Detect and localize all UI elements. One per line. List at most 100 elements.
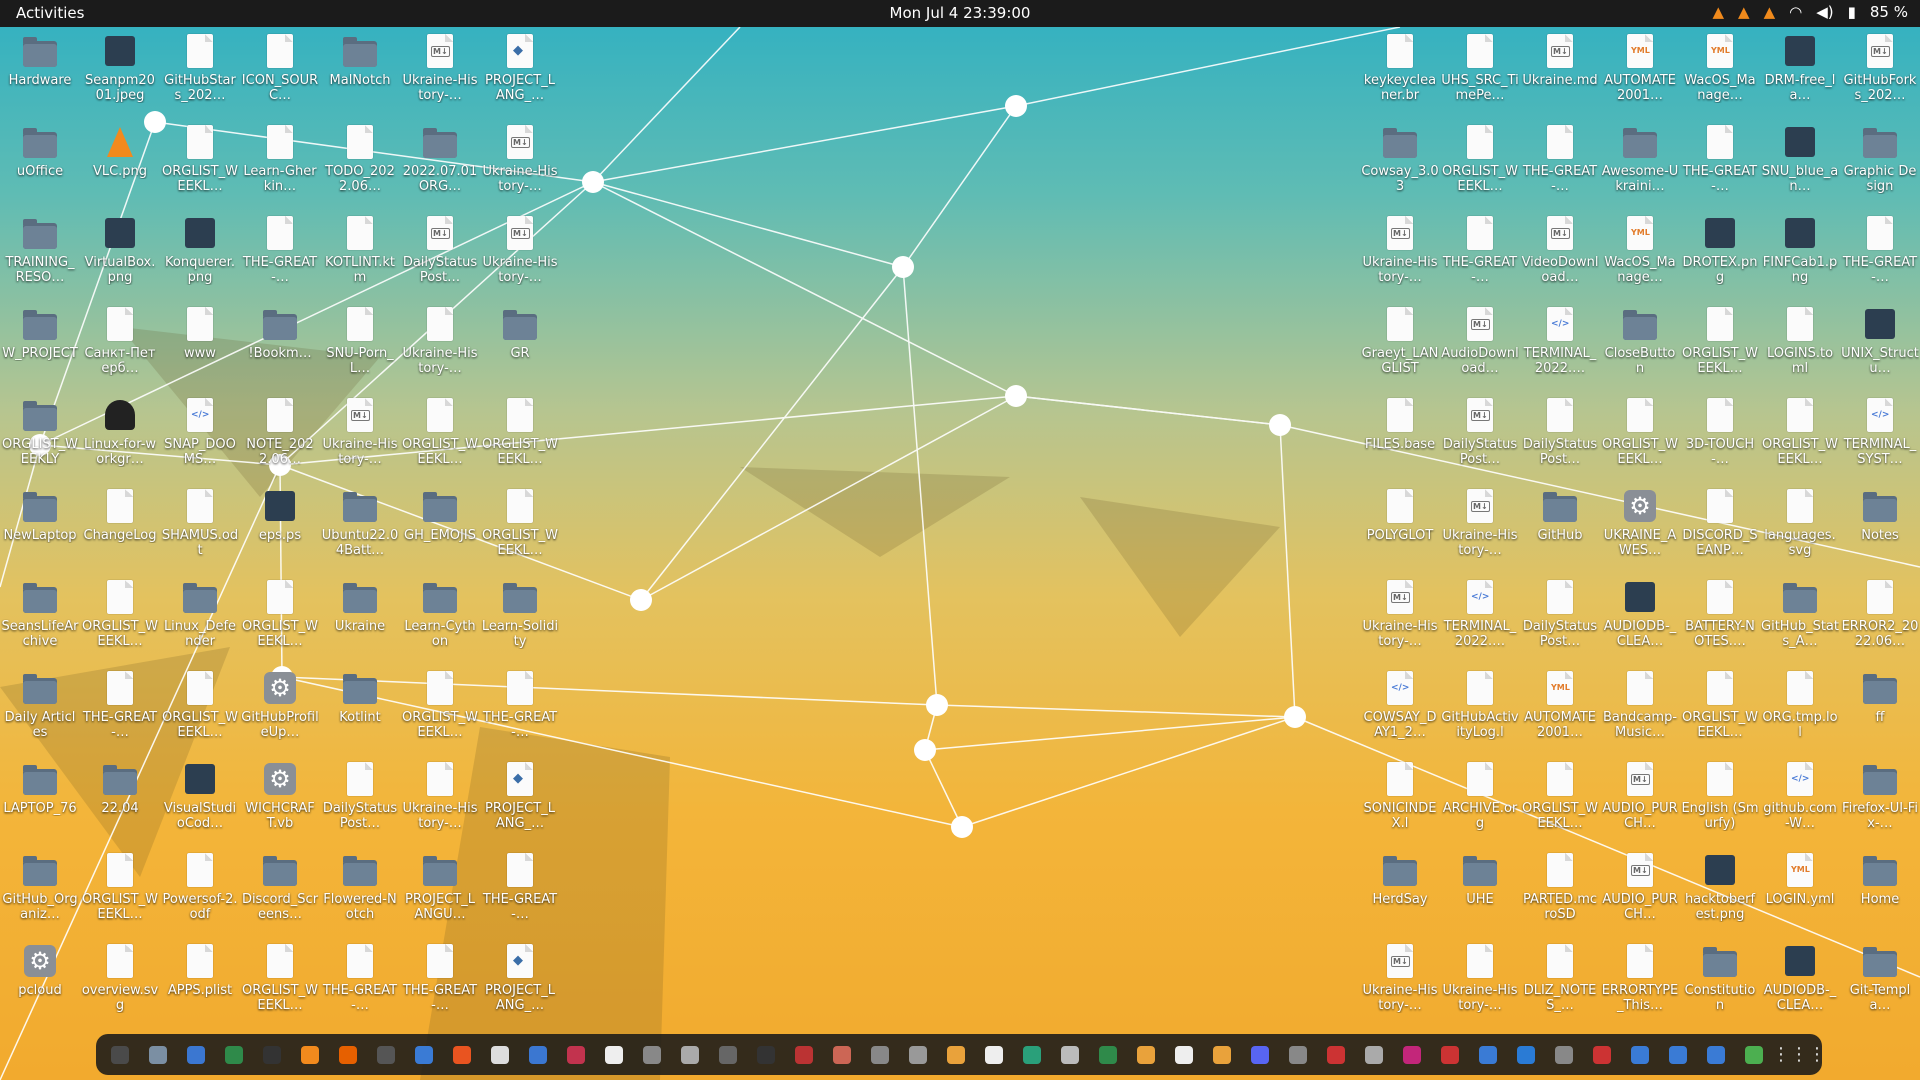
desktop-icon[interactable]: M↓ VideoDownload… (1520, 209, 1600, 300)
system-tray[interactable]: ▲ ▲ ▲ ◠ ◀) ▮ 85 % (1713, 3, 1909, 21)
desktop-icon[interactable]: ◆ PROJECT_LANG_… (480, 27, 560, 118)
desktop-icon[interactable]: ORGLIST_WEEKL… (1680, 664, 1760, 755)
desktop-icon[interactable]: Learn-Gherkin… (240, 118, 320, 209)
dock-terminal-3-icon[interactable] (1016, 1040, 1048, 1070)
desktop-icon[interactable]: DISCORD_SEANP… (1680, 482, 1760, 573)
desktop-icon[interactable]: 2022.07.01ORG… (400, 118, 480, 209)
desktop-icon[interactable]: YML WacOS_Manage… (1680, 27, 1760, 118)
desktop-icon[interactable]: overview.svg (80, 937, 160, 1028)
desktop-icon[interactable]: ARCHIVE.org (1440, 755, 1520, 846)
desktop-icon[interactable]: THE-GREAT-… (320, 937, 400, 1028)
desktop-icon[interactable]: Powersof-2.odf (160, 846, 240, 937)
dock-notes-icon[interactable] (484, 1040, 516, 1070)
desktop-icon[interactable]: </> TERMINAL_2022.… (1440, 573, 1520, 664)
dock-media-icon[interactable] (1396, 1040, 1428, 1070)
desktop-icon[interactable]: M↓ DailyStatusPost… (400, 209, 480, 300)
desktop-icon[interactable]: PARTED.mcroSD (1520, 846, 1600, 937)
dock-game-icon[interactable] (788, 1040, 820, 1070)
dock-terminal-icon[interactable] (104, 1040, 136, 1070)
desktop-icon[interactable]: THE-GREAT-… (480, 664, 560, 755)
desktop-icon[interactable]: uOffice (0, 118, 80, 209)
desktop-icon[interactable]: M↓ GitHubForks_202… (1840, 27, 1920, 118)
dock-obs-studio-icon[interactable] (712, 1040, 744, 1070)
desktop-icon[interactable]: POLYGLOT (1360, 482, 1440, 573)
desktop-icon[interactable]: Ukraine-History-… (400, 755, 480, 846)
dock-spreadsheet-icon[interactable] (1092, 1040, 1124, 1070)
dock-document-icon[interactable] (598, 1040, 630, 1070)
desktop-icon[interactable]: ERRORTYPE_This… (1600, 937, 1680, 1028)
desktop-icon[interactable]: FILES.base (1360, 391, 1440, 482)
desktop-icon[interactable]: Graeyt_LANGLIST (1360, 300, 1440, 391)
dock-store-icon[interactable] (1700, 1040, 1732, 1070)
desktop-icon[interactable]: NOTE_2022.06… (240, 391, 320, 482)
dock-system-monitor-icon[interactable] (560, 1040, 592, 1070)
desktop-icon[interactable]: </> COWSAY_DAY1_2… (1360, 664, 1440, 755)
desktop-icon[interactable]: CloseButton (1600, 300, 1680, 391)
dock-firefox-icon[interactable] (332, 1040, 364, 1070)
desktop-icon[interactable]: ◆ PROJECT_LANG_… (480, 755, 560, 846)
desktop-icon[interactable]: Linux_Defender (160, 573, 240, 664)
dock-calendar-icon[interactable] (1434, 1040, 1466, 1070)
desktop-icon[interactable]: GitHub (1520, 482, 1600, 573)
desktop-icon[interactable]: M↓ Ukraine-History-… (1360, 937, 1440, 1028)
desktop-icon[interactable]: PROJECT_LANGU… (400, 846, 480, 937)
desktop-icon[interactable]: ORGLIST_WEEKL… (80, 573, 160, 664)
dock-screenshot-icon[interactable] (902, 1040, 934, 1070)
battery-icon[interactable]: ▮ (1848, 3, 1856, 21)
dock-trash-icon[interactable] (1738, 1040, 1770, 1070)
desktop-icon[interactable]: keykeycleaner.br (1360, 27, 1440, 118)
desktop-icon[interactable]: YML LOGIN.yml (1760, 846, 1840, 937)
dock-clipboard-icon[interactable] (1168, 1040, 1200, 1070)
desktop-icon[interactable]: ORGLIST_WEEKLY (0, 391, 80, 482)
desktop-icon[interactable]: Graphic Design (1840, 118, 1920, 209)
desktop-icon[interactable]: LOGINS.toml (1760, 300, 1840, 391)
desktop-icon[interactable]: Linux-for-workgr… (80, 391, 160, 482)
desktop-icon[interactable]: 3D-TOUCH-… (1680, 391, 1760, 482)
dock-symbols-icon[interactable] (1358, 1040, 1390, 1070)
desktop-icon[interactable]: DailyStatusPost… (1520, 391, 1600, 482)
vlc-cone-icon[interactable]: ▲ (1738, 3, 1750, 21)
desktop-icon[interactable]: M↓ AUDIO_PURCH… (1600, 846, 1680, 937)
desktop-icon[interactable]: ORGLIST_WEEKL… (1440, 118, 1520, 209)
desktop-icon[interactable]: Ubuntu22.04Batt… (320, 482, 400, 573)
desktop-icon[interactable]: DROTEX.png (1680, 209, 1760, 300)
desktop-icon[interactable]: ◆ PROJECT_LANG_… (480, 937, 560, 1028)
desktop-icon[interactable]: GH_EMOJIS (400, 482, 480, 573)
dock-box-icon[interactable] (674, 1040, 706, 1070)
desktop-icon[interactable]: UHS_SRC_TimePe… (1440, 27, 1520, 118)
desktop-icon[interactable]: M↓ Ukraine-History-… (1360, 209, 1440, 300)
desktop-icon[interactable]: THE-GREAT-… (80, 664, 160, 755)
desktop-icon[interactable]: !Bookm… (240, 300, 320, 391)
clock[interactable]: Mon Jul 4 23:39:00 (890, 4, 1031, 22)
desktop-icon[interactable]: DailyStatusPost… (320, 755, 400, 846)
desktop-icon[interactable]: UNIX_Structu… (1840, 300, 1920, 391)
desktop-icon[interactable]: THE-GREAT-… (1840, 209, 1920, 300)
desktop-icon[interactable]: M↓ Ukraine.md (1520, 27, 1600, 118)
desktop-icon[interactable]: ORGLIST_WEEKL… (1520, 755, 1600, 846)
desktop-icon[interactable]: Learn-Solidity (480, 573, 560, 664)
desktop-icon[interactable]: Notes (1840, 482, 1920, 573)
desktop-icon[interactable]: GitHubStars_202… (160, 27, 240, 118)
desktop-icon[interactable]: THE-GREAT-… (1520, 118, 1600, 209)
desktop-icon[interactable]: ff (1840, 664, 1920, 755)
dock-browser-icon[interactable] (1472, 1040, 1504, 1070)
desktop-icon[interactable]: ⚙ pcloud (0, 937, 80, 1028)
desktop-icon[interactable]: M↓ AUDIO_PURCH… (1600, 755, 1680, 846)
desktop-icon[interactable]: YML AUTOMATE2001… (1600, 27, 1680, 118)
show-applications-button[interactable]: ⋮⋮⋮ (1772, 1039, 1826, 1069)
desktop-icon[interactable]: Hardware (0, 27, 80, 118)
volume-icon[interactable]: ◀) (1816, 3, 1833, 21)
desktop-icon[interactable]: Learn-Cython (400, 573, 480, 664)
dock-terminal-2-icon[interactable] (256, 1040, 288, 1070)
desktop-icon[interactable]: APPS.plist (160, 937, 240, 1028)
desktop-icon[interactable]: THE-GREAT-… (480, 846, 560, 937)
activities-button[interactable]: Activities (16, 4, 84, 22)
desktop-icon[interactable]: SONICINDEX.l (1360, 755, 1440, 846)
desktop-icon[interactable]: ORGLIST_WEEKL… (1600, 391, 1680, 482)
dock-libreoffice-icon[interactable] (218, 1040, 250, 1070)
desktop-icon[interactable]: Flowered-Notch (320, 846, 400, 937)
dock-files-icon[interactable] (142, 1040, 174, 1070)
dock-screen-icon[interactable] (1662, 1040, 1694, 1070)
wifi-icon[interactable]: ◠ (1789, 3, 1802, 21)
desktop-icon[interactable]: Discord_Screens… (240, 846, 320, 937)
